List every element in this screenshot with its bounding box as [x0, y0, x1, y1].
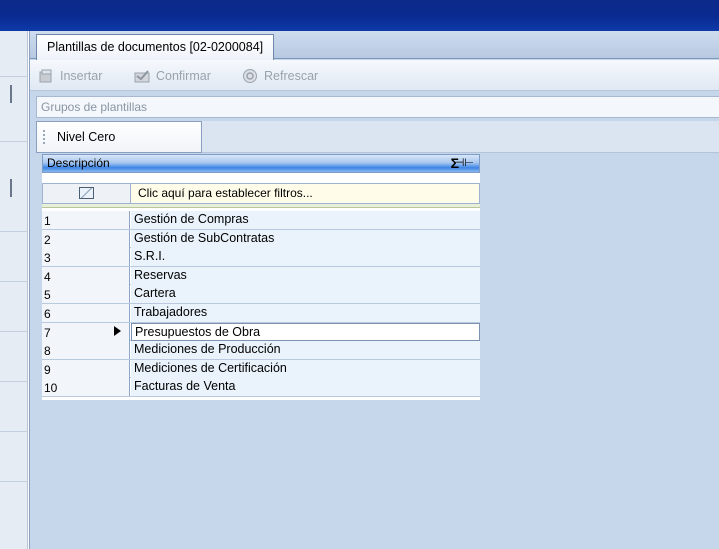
row-number: 3: [42, 248, 130, 267]
row-description[interactable]: S.R.I.: [131, 248, 480, 267]
row-description[interactable]: Presupuestos de Obra: [131, 322, 480, 341]
confirm-label: Confirmar: [156, 69, 211, 83]
table-row[interactable]: 3 S.R.I.: [42, 248, 480, 267]
left-panel-divider: [0, 231, 28, 232]
row-description[interactable]: Gestión de Compras: [131, 211, 480, 229]
left-panel-splitter[interactable]: [10, 85, 12, 103]
left-panel-divider: [0, 281, 28, 282]
row-description[interactable]: Gestión de SubContratas: [131, 229, 480, 248]
left-panel-divider: [0, 141, 28, 142]
table-row[interactable]: 6 Trabajadores: [42, 303, 480, 323]
grip-icon: [43, 130, 45, 144]
insert-button[interactable]: Insertar: [38, 67, 102, 85]
title-bar: [0, 0, 719, 31]
confirm-icon: [134, 68, 150, 84]
filter-separator: [42, 204, 480, 208]
insert-icon: [38, 68, 54, 84]
table-row-selected[interactable]: 7 Presupuestos de Obra: [42, 322, 480, 342]
left-panel-splitter[interactable]: [10, 179, 12, 197]
table-row[interactable]: 9 Mediciones de Certificación: [42, 359, 480, 379]
table-row[interactable]: 5 Cartera: [42, 285, 480, 304]
row-number: 9: [42, 359, 130, 378]
filter-row[interactable]: Clic aquí para establecer filtros...: [42, 183, 480, 204]
row-number: 4: [42, 266, 130, 285]
table-row[interactable]: 1 Gestión de Compras: [42, 211, 480, 230]
left-panel-divider: [0, 331, 28, 332]
row-description[interactable]: Trabajadores: [131, 303, 480, 322]
left-panel-divider: [0, 381, 28, 382]
left-panel: [0, 31, 28, 549]
row-number: 10: [42, 378, 130, 397]
refresh-label: Refrescar: [264, 69, 319, 83]
row-number: 2: [42, 229, 130, 248]
row-description[interactable]: Cartera: [131, 285, 480, 304]
tab-plantillas[interactable]: Plantillas de documentos [02-0200084]: [36, 34, 275, 60]
filter-row-header: [43, 184, 131, 203]
table-row[interactable]: 4 Reservas: [42, 266, 480, 286]
level-label: Nivel Cero: [57, 130, 116, 144]
table-row[interactable]: 10 Facturas de Venta: [42, 378, 480, 397]
table-row[interactable]: 2 Gestión de SubContratas: [42, 229, 480, 249]
pin-icon[interactable]: ⊣⊢: [455, 155, 474, 172]
level-button[interactable]: Nivel Cero: [36, 121, 202, 153]
table-row[interactable]: 8 Mediciones de Producción: [42, 341, 480, 360]
template-groups-bar: Grupos de plantillas: [36, 96, 719, 118]
confirm-button[interactable]: Confirmar: [134, 67, 211, 85]
refresh-button[interactable]: Refrescar: [242, 67, 318, 85]
row-description[interactable]: Mediciones de Producción: [131, 341, 480, 360]
refresh-icon: [242, 68, 258, 84]
current-row-arrow-icon: [114, 325, 121, 336]
left-panel-divider: [0, 481, 28, 482]
row-number: 5: [42, 285, 130, 304]
filter-icon: [79, 187, 94, 199]
templates-grid: Descripción Σ ⊣⊢ Clic aquí para establec…: [42, 154, 480, 400]
tab-strip: Plantillas de documentos [02-0200084]: [30, 31, 719, 60]
insert-label: Insertar: [60, 69, 103, 83]
page: Plantillas de documentos [02-0200084] In…: [0, 0, 719, 549]
document-window: Plantillas de documentos [02-0200084] In…: [29, 31, 719, 549]
row-description[interactable]: Facturas de Venta: [131, 378, 480, 397]
left-panel-divider: [0, 76, 28, 77]
toolbar: Insertar Confirmar Refrescar: [30, 60, 719, 91]
filter-prompt[interactable]: Clic aquí para establecer filtros...: [138, 184, 313, 203]
grid-rows: 1 Gestión de Compras 2 Gestión de SubCon…: [42, 211, 480, 397]
row-number: 8: [42, 341, 130, 360]
row-description[interactable]: Reservas: [131, 266, 480, 285]
row-number: 6: [42, 303, 130, 322]
row-number: 1: [42, 211, 130, 229]
left-panel-divider: [0, 431, 28, 432]
row-description[interactable]: Mediciones de Certificación: [131, 359, 480, 378]
column-header-label: Descripción: [47, 156, 110, 170]
column-header-descripcion[interactable]: Descripción Σ ⊣⊢: [42, 154, 480, 173]
